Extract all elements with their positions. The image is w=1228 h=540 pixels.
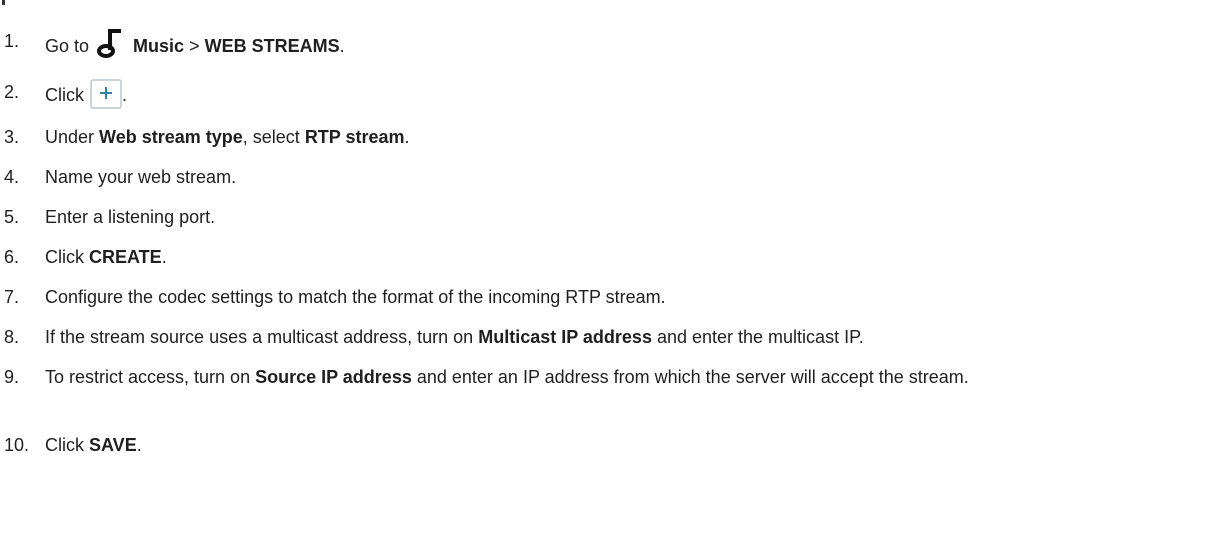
step-1: 1. Go to Music > WEB STREAMS. (4, 28, 1222, 59)
step-number: 8. (4, 327, 20, 347)
step-text: Configure the codec settings to match th… (45, 287, 666, 307)
step-number: 1. (4, 31, 20, 51)
step-number: 6. (4, 247, 20, 267)
step-8: 8. If the stream source uses a multicast… (4, 324, 1222, 350)
music-note-icon (97, 29, 122, 58)
field-name-web-stream-type: Web stream type (99, 127, 243, 147)
step-number: 9. (4, 367, 20, 387)
step-text: To restrict access, turn on Source IP ad… (45, 367, 969, 387)
option-name-rtp-stream: RTP stream (304, 127, 405, 147)
step-4: 4. Name your web stream. (4, 164, 1222, 190)
setting-name-multicast-ip-address: Multicast IP address (478, 327, 652, 347)
step-text: Click SAVE. (45, 435, 142, 455)
step-number: 5. (4, 207, 20, 227)
setting-name-source-ip-address: Source IP address (255, 367, 412, 387)
tab-name-web-streams: WEB STREAMS (204, 36, 340, 56)
menu-name-music: Music (133, 36, 185, 56)
button-name-create: CREATE (89, 247, 162, 267)
step-number: 2. (4, 82, 20, 102)
step-6: 6. Click CREATE. (4, 244, 1222, 270)
plus-icon (90, 79, 122, 109)
step-number: 4. (4, 167, 20, 187)
step-text: If the stream source uses a multicast ad… (45, 327, 864, 347)
step-number: 10. (4, 435, 30, 455)
step-text: Name your web stream. (45, 167, 237, 187)
instructions-page: 1. Go to Music > WEB STREAMS. 2. Click. 3… (0, 0, 1228, 540)
step-text: Click. (45, 79, 1222, 109)
step-10: 10. Click SAVE. (4, 432, 1222, 458)
step-3: 3. Under Web stream type, select RTP str… (4, 124, 1222, 150)
step-text: Click CREATE. (45, 247, 167, 267)
step-text: Enter a listening port. (45, 207, 216, 227)
step-2: 2. Click. (4, 79, 1222, 109)
step-7: 7. Configure the codec settings to match… (4, 284, 1222, 310)
step-9: 9. To restrict access, turn on Source IP… (4, 364, 1222, 390)
step-text: Under Web stream type, select RTP stream… (45, 127, 410, 147)
page-edge-mark (2, 0, 5, 5)
step-number: 3. (4, 127, 20, 147)
step-number: 7. (4, 287, 20, 307)
button-name-save: SAVE (89, 435, 137, 455)
step-5: 5. Enter a listening port. (4, 204, 1222, 230)
step-text: Go to Music > WEB STREAMS. (45, 28, 1222, 59)
